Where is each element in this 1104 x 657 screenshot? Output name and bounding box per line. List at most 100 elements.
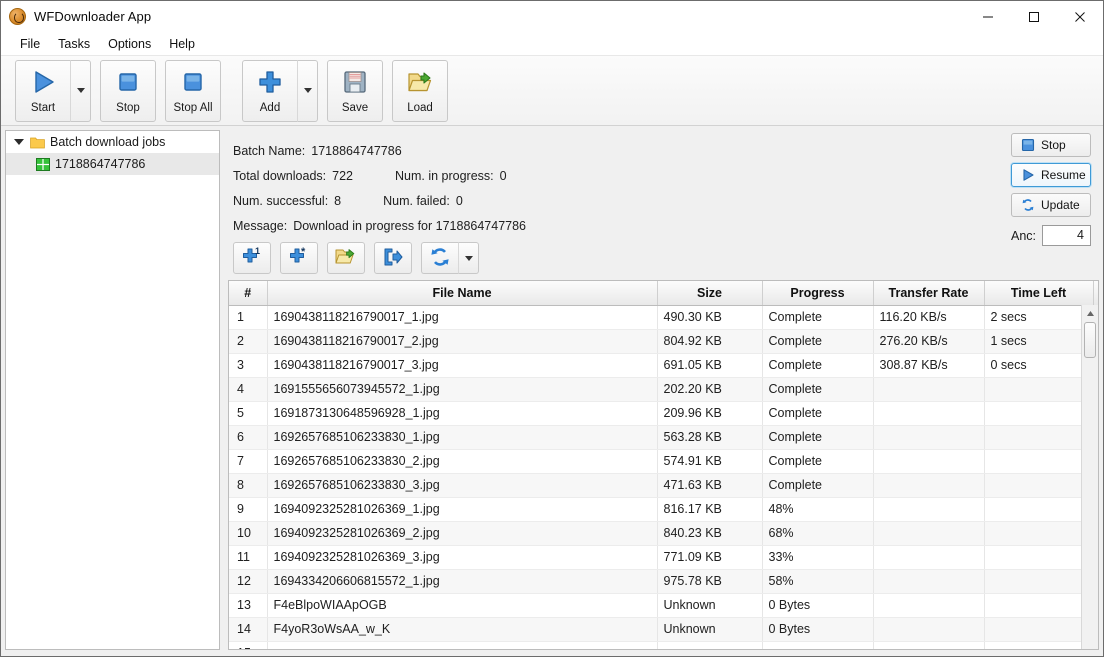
- row-index-cell: 6: [229, 425, 268, 450]
- add-dropdown-button[interactable]: [298, 59, 318, 122]
- close-icon[interactable]: [1057, 1, 1103, 32]
- main-toolbar: Start Stop Stop All Add Save Load: [1, 56, 1103, 126]
- success-failed-row: Num. successful: 8 Num. failed: 0: [233, 188, 1099, 213]
- table-row[interactable]: 5 1691873130648596928_1.jpg 209.96 KB Compl…: [229, 401, 1098, 426]
- table-row[interactable]: 9 1694092325281026369_1.jpg 816.17 KB 48%: [229, 497, 1098, 522]
- table-row[interactable]: 15: [229, 641, 1098, 649]
- grid-green-icon: [36, 157, 50, 171]
- table-row[interactable]: 6 1692657685106233830_1.jpg 563.28 KB Compl…: [229, 425, 1098, 450]
- table-row[interactable]: 7 1692657685106233830_2.jpg 574.91 KB Compl…: [229, 449, 1098, 474]
- progress-cell: 0 Bytes: [762, 593, 874, 618]
- table-row[interactable]: 12 1694334206606815572_1.jpg 975.78 KB 58%: [229, 569, 1098, 594]
- scrollbar-thumb[interactable]: [1084, 322, 1096, 358]
- column-header-file-name[interactable]: File Name: [267, 281, 658, 306]
- time-left-cell: 0 secs: [984, 353, 1094, 378]
- tree-node-batch-download-jobs[interactable]: Batch download jobs: [6, 131, 219, 153]
- size-cell: 771.09 KB: [657, 545, 763, 570]
- menu-item-options[interactable]: Options: [99, 34, 160, 54]
- save-button[interactable]: Save: [327, 59, 383, 122]
- column-header-size[interactable]: Size: [657, 281, 763, 306]
- row-index-cell: 4: [229, 377, 268, 402]
- minimize-icon[interactable]: [965, 1, 1011, 32]
- save-button-label: Save: [341, 102, 369, 114]
- add-one-icon: 1: [241, 246, 263, 271]
- table-row[interactable]: 14 F4yoR3oWsAA_w_K Unknown 0 Bytes: [229, 617, 1098, 642]
- transfer-rate-cell: 308.87 KB/s: [873, 353, 985, 378]
- transfer-rate-cell: [873, 521, 985, 546]
- time-left-cell: [984, 449, 1094, 474]
- anc-input[interactable]: 4: [1042, 225, 1091, 246]
- column-header-progress[interactable]: Progress: [762, 281, 874, 306]
- menu-item-file[interactable]: File: [11, 34, 49, 54]
- update-batch-button[interactable]: Update: [1011, 193, 1091, 217]
- size-cell: 975.78 KB: [657, 569, 763, 594]
- load-button[interactable]: Load: [392, 59, 448, 122]
- add-multiple-button[interactable]: *: [280, 242, 318, 274]
- stop-button[interactable]: Stop: [100, 59, 156, 122]
- table-row[interactable]: 2 1690438118216790017_2.jpg 804.92 KB Compl…: [229, 329, 1098, 354]
- refresh-dropdown-button[interactable]: [459, 242, 479, 274]
- menu-item-tasks[interactable]: Tasks: [49, 34, 99, 54]
- stop-batch-button[interactable]: Stop: [1011, 133, 1091, 157]
- total-downloads-value: 722: [332, 168, 353, 183]
- progress-cell: Complete: [762, 305, 874, 330]
- menu-item-help[interactable]: Help: [160, 34, 204, 54]
- anc-field-row: Anc: 4: [1011, 225, 1091, 246]
- chevron-down-icon: [76, 88, 85, 93]
- tree-node-1718864747786[interactable]: 1718864747786: [6, 153, 219, 175]
- file-name-cell: 1690438118216790017_3.jpg: [267, 353, 658, 378]
- expand-triangle-icon[interactable]: [14, 139, 24, 145]
- export-button[interactable]: [374, 242, 412, 274]
- message-value: Download in progress for 1718864747786: [293, 218, 527, 233]
- message-row: Message: Download in progress for 171886…: [233, 213, 1099, 238]
- column-header-time-left[interactable]: Time Left: [984, 281, 1094, 306]
- size-cell: 691.05 KB: [657, 353, 763, 378]
- table-row[interactable]: 11 1694092325281026369_3.jpg 771.09 KB 33%: [229, 545, 1098, 570]
- size-cell: 563.28 KB: [657, 425, 763, 450]
- add-button-group: Add: [242, 59, 318, 122]
- column-header-spacer: [1093, 281, 1098, 306]
- row-index-cell: 8: [229, 473, 268, 498]
- refresh-button[interactable]: [421, 242, 459, 274]
- table-row[interactable]: 4 1691555656073945572_1.jpg 202.20 KB Compl…: [229, 377, 1098, 402]
- table-vertical-scrollbar[interactable]: [1081, 305, 1098, 649]
- folder-icon: [30, 136, 45, 149]
- resume-batch-button[interactable]: Resume: [1011, 163, 1091, 187]
- scroll-up-arrow-icon[interactable]: [1082, 305, 1098, 321]
- file-name-cell: 1690438118216790017_1.jpg: [267, 305, 658, 330]
- file-name-cell: 1691873130648596928_1.jpg: [267, 401, 658, 426]
- table-row[interactable]: 13 F4eBlpoWIAApOGB Unknown 0 Bytes: [229, 593, 1098, 618]
- size-cell: 816.17 KB: [657, 497, 763, 522]
- column-header-transfer-rate[interactable]: Transfer Rate: [873, 281, 985, 306]
- column-header-index[interactable]: #: [229, 281, 268, 306]
- batch-action-buttons: Stop Resume Update Anc: 4: [1011, 133, 1091, 246]
- progress-cell: Complete: [762, 401, 874, 426]
- open-folder-button[interactable]: [327, 242, 365, 274]
- add-one-button[interactable]: 1: [233, 242, 271, 274]
- time-left-cell: 2 secs: [984, 305, 1094, 330]
- main-body: Batch download jobs 1718864747786 Batch …: [1, 126, 1103, 656]
- table-row[interactable]: 8 1692657685106233830_3.jpg 471.63 KB Compl…: [229, 473, 1098, 498]
- start-button[interactable]: Start: [15, 59, 71, 122]
- transfer-rate-cell: [873, 401, 985, 426]
- transfer-rate-cell: [873, 641, 985, 649]
- progress-cell: 48%: [762, 497, 874, 522]
- add-button[interactable]: Add: [242, 59, 298, 122]
- file-name-cell: 1692657685106233830_1.jpg: [267, 425, 658, 450]
- stop-all-button[interactable]: Stop All: [165, 59, 221, 122]
- table-row[interactable]: 10 1694092325281026369_2.jpg 840.23 KB 68%: [229, 521, 1098, 546]
- size-cell: 490.30 KB: [657, 305, 763, 330]
- play-icon: [1021, 168, 1035, 182]
- progress-cell: Complete: [762, 425, 874, 450]
- batch-sub-toolbar: 1 *: [226, 238, 1099, 280]
- svg-text:*: *: [301, 246, 306, 258]
- table-row[interactable]: 1 1690438118216790017_1.jpg 490.30 KB Compl…: [229, 305, 1098, 330]
- stop-square-icon: [1021, 138, 1035, 152]
- start-button-group: Start: [15, 59, 91, 122]
- batch-name-label: Batch Name:: [233, 143, 306, 158]
- table-row[interactable]: 3 1690438118216790017_3.jpg 691.05 KB Compl…: [229, 353, 1098, 378]
- start-dropdown-button[interactable]: [71, 59, 91, 122]
- play-icon: [28, 67, 58, 97]
- row-index-cell: 5: [229, 401, 268, 426]
- maximize-icon[interactable]: [1011, 1, 1057, 32]
